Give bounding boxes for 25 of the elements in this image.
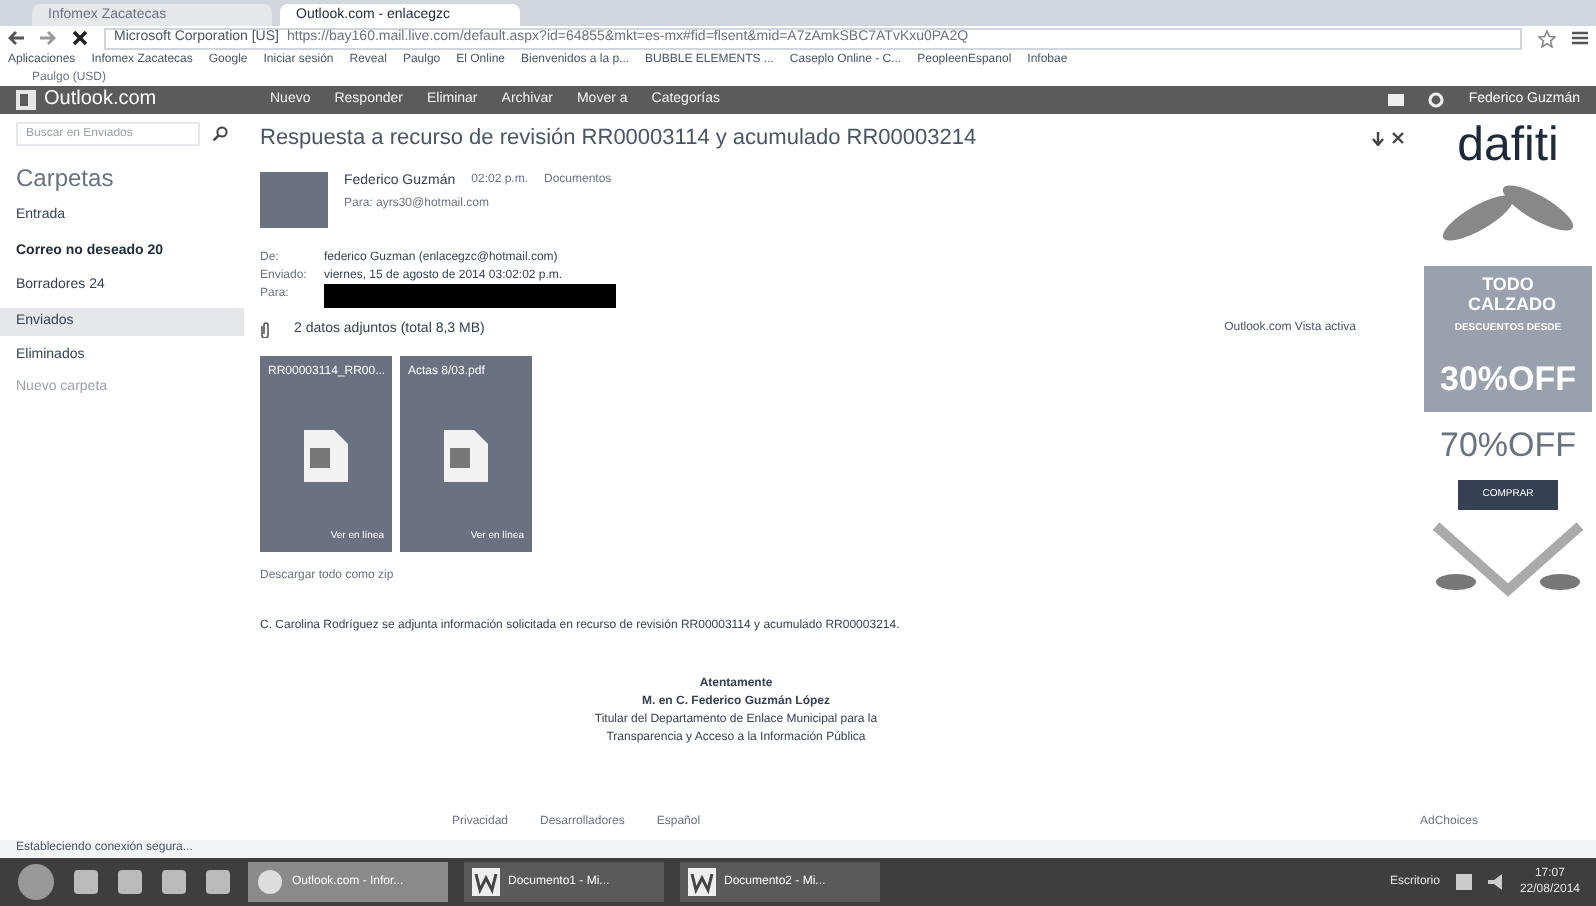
paperclip-icon xyxy=(260,321,270,338)
word-document-icon xyxy=(472,868,500,896)
close-icon xyxy=(72,30,88,46)
document-icon xyxy=(304,429,348,482)
forward-arrow-icon xyxy=(40,30,56,46)
word-document-icon xyxy=(688,868,716,896)
star-icon xyxy=(1538,29,1556,47)
start-orb-icon xyxy=(16,862,56,902)
outlook-logo: Outlook.com xyxy=(44,90,157,110)
browser-icon xyxy=(256,868,284,896)
menu-icon xyxy=(1572,30,1588,46)
settings-icon xyxy=(1428,92,1445,108)
network-icon xyxy=(1455,874,1472,890)
message-subject: Respuesta a recurso de revisión RR00003114 y acumulado RR00003214 xyxy=(260,124,977,154)
search-icon xyxy=(212,126,228,142)
back-arrow-icon xyxy=(8,30,24,46)
down-arrow-icon xyxy=(1372,131,1384,146)
close-icon xyxy=(1392,131,1404,144)
folders-heading: Carpetas xyxy=(16,162,116,196)
ad-offer: 30%OFF xyxy=(1439,357,1577,401)
document-icon xyxy=(444,429,488,482)
volume-icon xyxy=(1487,874,1504,890)
ad-offer: 70%OFF xyxy=(1439,424,1577,468)
ad-brand-logo[interactable]: dafiti xyxy=(1457,122,1559,170)
avatar-placeholder xyxy=(260,171,328,227)
